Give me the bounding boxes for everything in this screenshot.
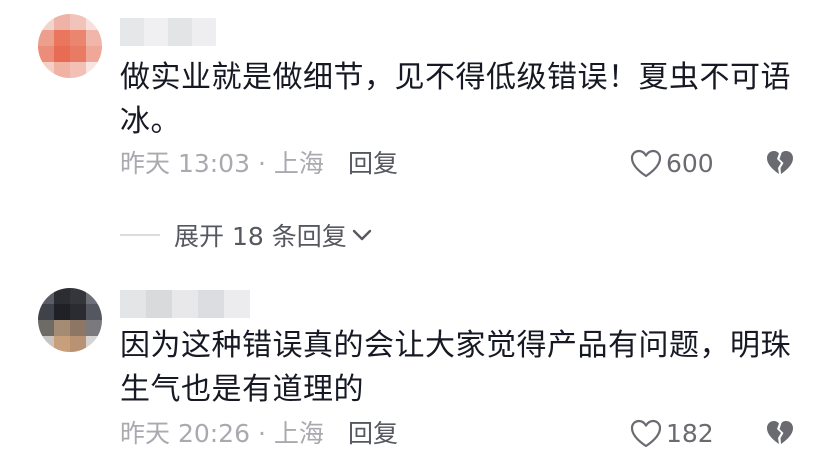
- username-blurred[interactable]: [120, 290, 250, 318]
- heart-outline-icon: [630, 149, 662, 178]
- broken-heart-icon[interactable]: [765, 418, 795, 448]
- reply-button[interactable]: 回复: [348, 416, 398, 452]
- avatar[interactable]: [38, 14, 102, 78]
- comment-text: 因为这种错误真的会让大家觉得产品有问题，明珠生气也是有道理的: [120, 328, 791, 407]
- chevron-down-icon: [352, 229, 371, 241]
- comment-text: 做实业就是做细节，见不得低级错误！夏虫不可语冰。: [120, 60, 791, 139]
- like-button[interactable]: 600: [630, 146, 714, 182]
- like-button[interactable]: 182: [630, 416, 714, 452]
- comment-meta: 昨天 20:26 · 上海 回复 182: [120, 416, 828, 452]
- comment-time-location: 昨天 13:03 · 上海: [120, 149, 324, 178]
- reply-button[interactable]: 回复: [348, 146, 398, 182]
- broken-heart-icon[interactable]: [765, 148, 795, 178]
- comment-meta: 昨天 13:03 · 上海 回复 600: [120, 146, 828, 182]
- expand-replies-label: 展开 18 条回复: [174, 222, 347, 251]
- avatar[interactable]: [38, 288, 102, 352]
- like-count: 182: [666, 419, 714, 448]
- like-count: 600: [666, 149, 714, 178]
- username-blurred[interactable]: [120, 18, 216, 46]
- heart-outline-icon: [630, 419, 662, 448]
- comment-item: 因为这种错误真的会让大家觉得产品有问题，明珠生气也是有道理的 昨天 20:26 …: [0, 270, 828, 455]
- expand-replies-button[interactable]: 展开 18 条回复: [120, 215, 373, 255]
- comment-item: 做实业就是做细节，见不得低级错误！夏虫不可语冰。 昨天 13:03 · 上海 回…: [0, 0, 828, 270]
- divider-line: [120, 234, 160, 236]
- comment-time-location: 昨天 20:26 · 上海: [120, 419, 324, 448]
